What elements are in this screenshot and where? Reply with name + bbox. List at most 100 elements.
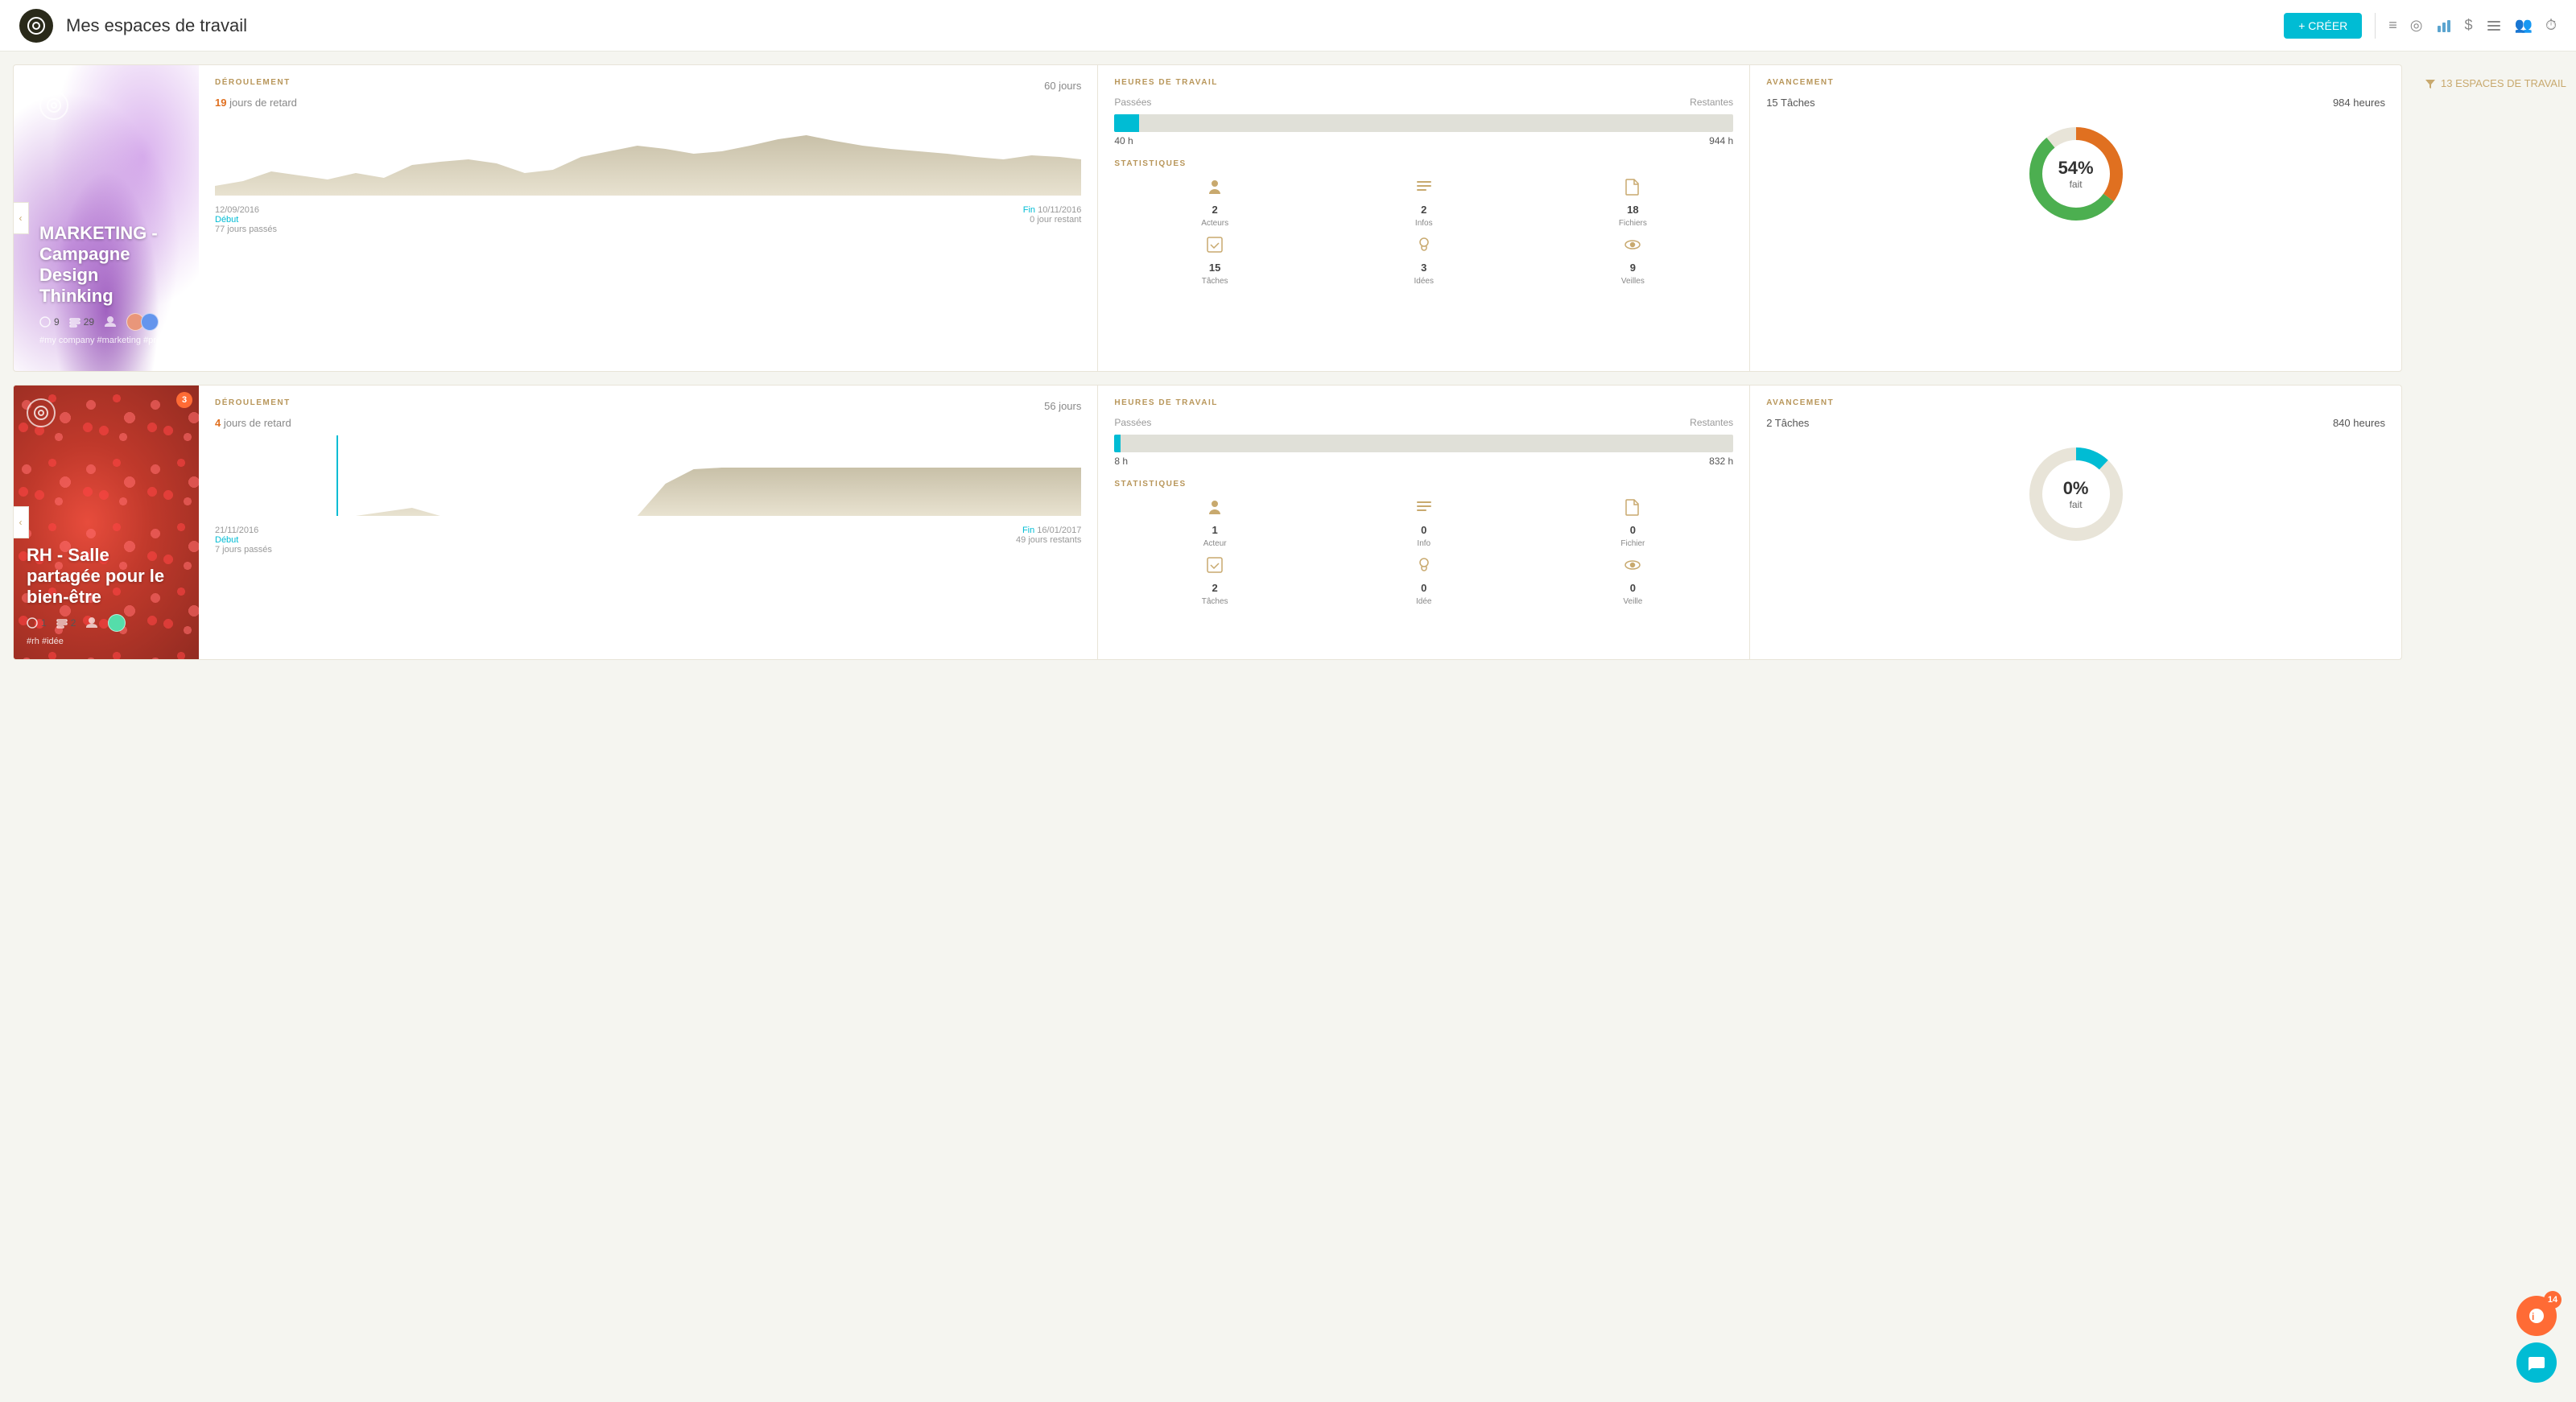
section-avancement-marketing: AVANCEMENT 15 Tâches 984 heures — [1750, 65, 2401, 371]
header-divider — [2375, 13, 2376, 39]
idees-icon — [1415, 236, 1433, 258]
stat-taches-rh: 2 Tâches — [1114, 556, 1315, 606]
project-card-marketing: MARKETING - Campagne Design Thinking 9 2… — [13, 64, 2402, 372]
donut-container-rh: 0% fait — [1766, 442, 2385, 546]
chevron-left[interactable]: ‹ — [13, 202, 29, 234]
stat-idees: 3 Idées — [1323, 236, 1525, 286]
current-day-line — [336, 435, 338, 516]
main-content: MARKETING - Campagne Design Thinking 9 2… — [0, 52, 2576, 1402]
fab-secondary-button[interactable]: 14 i — [2516, 1296, 2557, 1336]
clock-icon[interactable]: ⏱ — [2545, 17, 2557, 34]
header-actions: + CRÉER ≡ ◎ $ 👥 ⏱ — [2284, 13, 2557, 39]
projects-list: MARKETING - Campagne Design Thinking 9 2… — [0, 64, 2415, 1389]
dollar-icon[interactable]: $ — [2465, 17, 2473, 34]
card-details-rh: DÉROULEMENT 56 jours 4 jours de retard — [199, 386, 2401, 659]
avatar — [141, 313, 159, 331]
taches-icon-rh — [1206, 556, 1224, 579]
chart-area-marketing — [215, 115, 1081, 196]
stat-idee-rh: 0 Idée — [1323, 556, 1525, 606]
progress-bar-marketing — [1114, 114, 1733, 132]
idee-icon-rh — [1415, 556, 1433, 579]
chart-area-rh — [215, 435, 1081, 516]
project-title-marketing: MARKETING - Campagne Design Thinking — [39, 223, 173, 307]
thumb-top — [39, 91, 173, 120]
fab-main-button[interactable] — [2516, 1342, 2557, 1383]
avancement-header-rh: 2 Tâches 840 heures — [1766, 417, 2385, 429]
people-icon[interactable]: 👥 — [2515, 17, 2533, 34]
veilles-icon — [1624, 236, 1641, 258]
acteurs-icon — [1206, 178, 1224, 200]
fab-container: 14 i — [2516, 1296, 2557, 1383]
project-tags-rh: #rh #idée — [27, 637, 186, 646]
heures-header-rh: Passées Restantes — [1114, 417, 1733, 428]
infos-icon — [1415, 178, 1433, 200]
acteur-icon-rh — [1206, 498, 1224, 521]
app-logo[interactable] — [19, 9, 53, 43]
task-count-rh: 1 — [27, 617, 47, 629]
stat-acteurs: 2 Acteurs — [1114, 178, 1315, 228]
stats-grid-marketing: 2 Acteurs 2 — [1114, 178, 1733, 286]
avatar — [108, 614, 126, 632]
task-count: 9 — [39, 316, 60, 328]
page-title: Mes espaces de travail — [66, 15, 2284, 36]
header: Mes espaces de travail + CRÉER ≡ ◎ $ 👥 ⏱ — [0, 0, 2576, 52]
section-avancement-rh: AVANCEMENT 2 Tâches 840 heures — [1750, 386, 2401, 659]
progress-bar-rh — [1114, 435, 1733, 452]
target-icon[interactable]: ◎ — [2410, 17, 2423, 34]
filter-label[interactable]: 13 ESPACES DE TRAVAIL — [2425, 77, 2566, 89]
chart-dates-marketing: 12/09/2016 Début 77 jours passés Fin 10/… — [215, 205, 1081, 234]
delay-text-rh: 4 jours de retard — [215, 417, 1081, 429]
list-icon[interactable] — [2486, 18, 2502, 34]
section-heures-marketing: HEURES DE TRAVAIL Passées Restantes 40 h… — [1098, 65, 1750, 371]
stat-veilles: 9 Veilles — [1533, 236, 1734, 286]
chart-icon[interactable] — [2436, 18, 2452, 34]
project-thumb-marketing[interactable]: MARKETING - Campagne Design Thinking 9 2… — [14, 65, 199, 371]
card-details-marketing: DÉROULEMENT 60 jours 19 jours de retard — [199, 65, 2401, 371]
heures-header: Passées Restantes — [1114, 97, 1733, 108]
chart-dates-rh: 21/11/2016 Début 7 jours passés Fin 16/0… — [215, 526, 1081, 555]
sidebar-right: 13 ESPACES DE TRAVAIL — [2415, 64, 2576, 1389]
avatar-group-rh — [108, 614, 126, 632]
project-meta-row-rh: 1 2 — [27, 614, 186, 632]
stat-fichier-rh: 0 Fichier — [1533, 498, 1734, 548]
project-thumb-rh[interactable]: 3 RH - Salle partagée pour le bien — [14, 386, 199, 659]
project-logo-rh — [27, 398, 56, 427]
progress-fill — [1114, 114, 1139, 132]
stat-fichiers: 18 Fichiers — [1533, 178, 1734, 228]
fichiers-icon — [1624, 178, 1641, 200]
project-tags-marketing: #my company #marketing #projet — [39, 336, 173, 345]
progress-fill-rh — [1114, 435, 1121, 452]
create-button[interactable]: + CRÉER — [2284, 13, 2362, 39]
stat-taches: 15 Tâches — [1114, 236, 1315, 286]
avatar-group — [126, 313, 159, 331]
project-title-rh: RH - Salle partagée pour le bien-être — [27, 545, 186, 608]
avancement-header-marketing: 15 Tâches 984 heures — [1766, 97, 2385, 109]
progress-labels-rh: 8 h 832 h — [1114, 456, 1733, 467]
info-count-rh: 2 — [56, 617, 76, 629]
project-card-rh: 3 RH - Salle partagée pour le bien — [13, 385, 2402, 660]
project-meta-row: 9 29 — [39, 313, 173, 331]
section-heures-rh: HEURES DE TRAVAIL Passées Restantes 8 h … — [1098, 386, 1750, 659]
menu-icon[interactable]: ≡ — [2388, 17, 2397, 34]
stats-grid-rh: 1 Acteur 0 — [1114, 498, 1733, 606]
filter-icon — [2425, 78, 2436, 89]
svg-text:i: i — [2532, 1311, 2534, 1322]
stat-veille-rh: 0 Veille — [1533, 556, 1734, 606]
project-logo — [39, 91, 68, 120]
chevron-left-rh[interactable]: ‹ — [13, 506, 29, 538]
section-deroulement-marketing: DÉROULEMENT 60 jours 19 jours de retard — [199, 65, 1098, 371]
fichier-icon-rh — [1624, 498, 1641, 521]
stat-info-rh: 0 Info — [1323, 498, 1525, 548]
info-count: 29 — [69, 316, 94, 328]
donut-wrap: 54% fait — [2024, 122, 2128, 226]
veille-icon-rh — [1624, 556, 1641, 579]
stat-acteur-rh: 1 Acteur — [1114, 498, 1315, 548]
donut-container-marketing: 54% fait — [1766, 122, 2385, 226]
donut-wrap-rh: 0% fait — [2024, 442, 2128, 546]
delay-text: 19 jours de retard — [215, 97, 1081, 109]
donut-text-marketing: 54% fait — [2058, 158, 2094, 190]
progress-labels: 40 h 944 h — [1114, 135, 1733, 146]
info-icon-rh — [1415, 498, 1433, 521]
donut-text-rh: 0% fait — [2063, 478, 2089, 510]
thumb-top-rh — [27, 398, 186, 427]
